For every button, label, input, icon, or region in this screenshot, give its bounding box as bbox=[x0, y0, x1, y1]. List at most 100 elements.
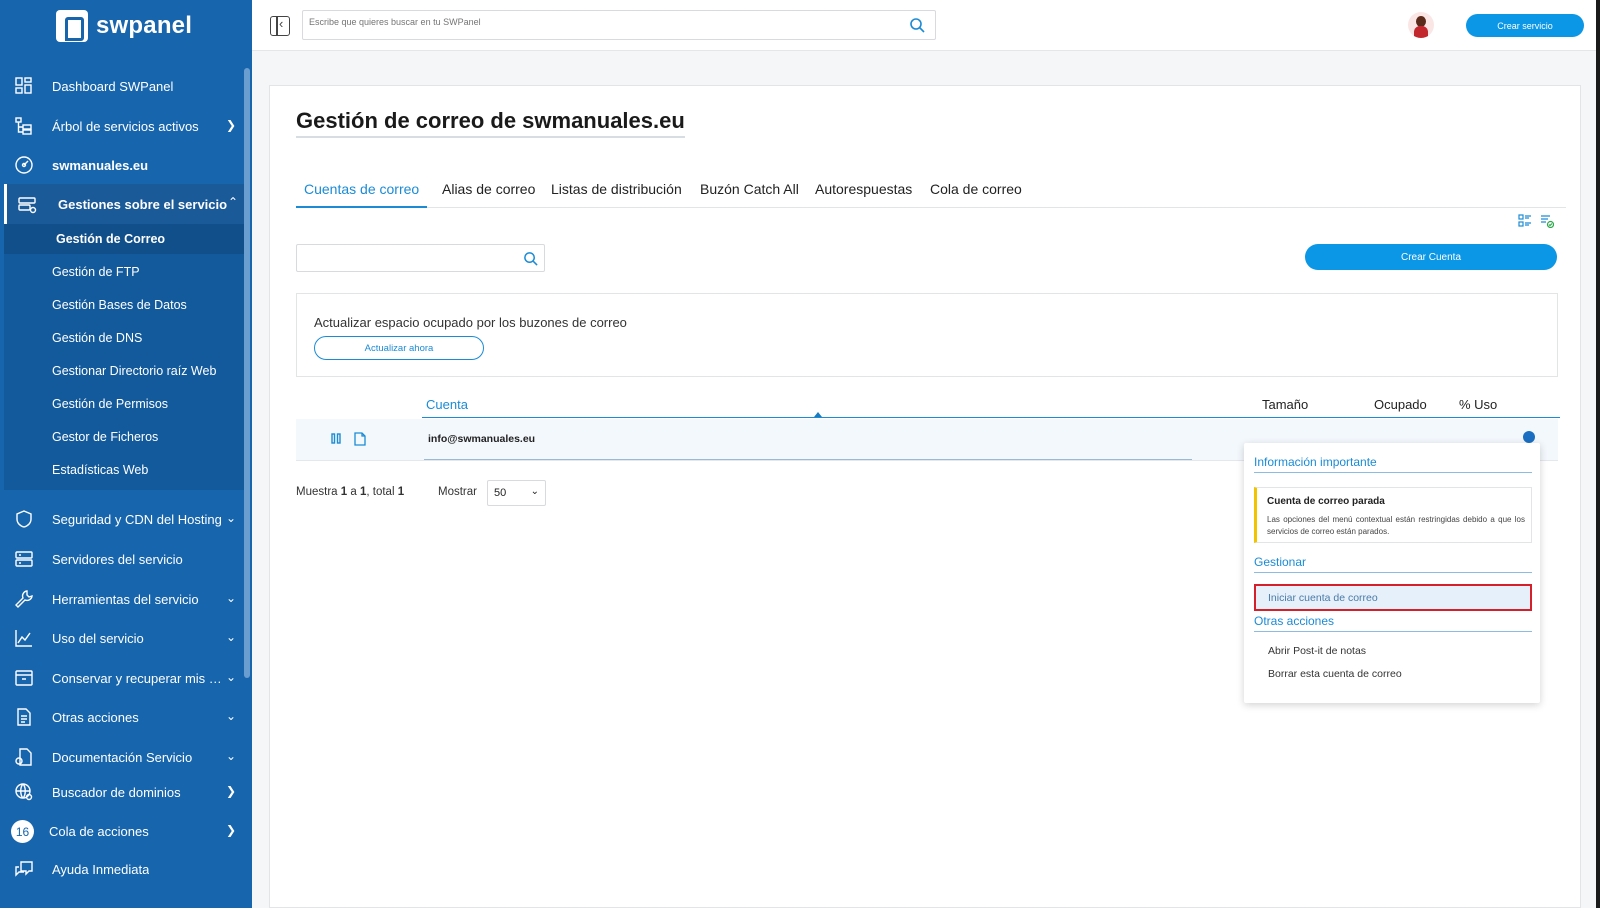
window-edge bbox=[1596, 0, 1600, 908]
sidebar-item-security[interactable]: Seguridad y CDN del Hosting ⌄ bbox=[0, 499, 244, 539]
page-size-value: 50 bbox=[494, 487, 507, 499]
tab-mail-queue[interactable]: Cola de correo bbox=[922, 181, 1030, 208]
sidebar-subitem-databases[interactable]: Gestión Bases de Datos bbox=[4, 290, 244, 320]
chevron-down-icon: ⌄ bbox=[225, 709, 236, 723]
sidebar-item-label: Documentación Servicio bbox=[52, 749, 193, 765]
sidebar: swpanel Dashboard SWPanel Árbol de servi… bbox=[0, 0, 252, 908]
sidebar-subitem-label: Gestión Bases de Datos bbox=[52, 298, 187, 312]
view-toggle bbox=[1518, 214, 1554, 228]
note-icon[interactable] bbox=[354, 432, 366, 446]
page-size-select[interactable]: 50 ⌄ bbox=[487, 480, 546, 506]
top-bar: Crear servicio bbox=[252, 0, 1600, 51]
update-usage-text: Actualizar espacio ocupado por los buzon… bbox=[314, 315, 627, 330]
row-actions bbox=[330, 432, 366, 446]
sidebar-item-domain[interactable]: swmanuales.eu bbox=[0, 145, 244, 185]
sidebar-item-other-actions[interactable]: Otras acciones ⌄ bbox=[0, 697, 244, 737]
sidebar-item-label: Árbol de servicios activos bbox=[52, 118, 199, 134]
sidebar-item-tools[interactable]: Herramientas del servicio ⌄ bbox=[0, 579, 244, 619]
pause-icon[interactable] bbox=[330, 432, 342, 445]
sidebar-subitem-web-stats[interactable]: Estadísticas Web bbox=[4, 455, 244, 485]
sidebar-scrollbar[interactable] bbox=[244, 68, 250, 678]
show-label: Mostrar bbox=[438, 486, 477, 498]
sidebar-item-action-queue[interactable]: 16 Cola de acciones ❯ bbox=[0, 811, 244, 851]
sidebar-subitem-dns[interactable]: Gestión de DNS bbox=[4, 323, 244, 353]
sidebar-item-usage[interactable]: Uso del servicio ⌄ bbox=[0, 618, 244, 658]
collapse-sidebar-icon[interactable] bbox=[270, 16, 290, 36]
tab-mail-accounts[interactable]: Cuentas de correo bbox=[296, 181, 428, 208]
sidebar-item-label: Otras acciones bbox=[52, 709, 139, 725]
sidebar-item-backup[interactable]: Conservar y recuperar mis dat... ⌄ bbox=[0, 658, 244, 698]
row-underline bbox=[424, 459, 1192, 460]
brand-logo[interactable]: swpanel bbox=[56, 10, 192, 42]
avatar[interactable] bbox=[1408, 12, 1434, 38]
search-icon[interactable] bbox=[909, 17, 925, 33]
account-search-input[interactable] bbox=[303, 251, 513, 266]
stopped-account-notice: Cuenta de correo parada Las opciones del… bbox=[1254, 487, 1532, 543]
wrench-icon bbox=[15, 590, 33, 608]
tab-mail-aliases[interactable]: Alias de correo bbox=[434, 181, 543, 208]
pager-a: a bbox=[350, 486, 357, 498]
chevron-right-icon: ❯ bbox=[225, 823, 236, 837]
sidebar-item-service-tree[interactable]: Árbol de servicios activos ❯ bbox=[0, 106, 244, 146]
sidebar-item-servers[interactable]: Servidores del servicio bbox=[0, 539, 244, 579]
sidebar-item-label: Servidores del servicio bbox=[52, 551, 183, 567]
sidebar-item-label: swmanuales.eu bbox=[52, 157, 149, 173]
delete-account-item[interactable]: Borrar esta cuenta de correo bbox=[1268, 668, 1402, 680]
column-header-account[interactable]: Cuenta bbox=[426, 397, 468, 412]
update-now-button[interactable]: Actualizar ahora bbox=[314, 336, 484, 360]
sidebar-item-documentation[interactable]: Documentación Servicio ⌄ bbox=[0, 737, 244, 777]
filter-check-icon[interactable] bbox=[1540, 214, 1554, 228]
pager-total: 1 bbox=[397, 486, 405, 498]
start-mail-account-label: Iniciar cuenta de correo bbox=[1268, 592, 1378, 604]
pagination-summary: Muestra 1 a 1, total 1 bbox=[296, 486, 404, 498]
global-search bbox=[302, 10, 936, 40]
search-icon[interactable] bbox=[523, 251, 538, 266]
tab-autoresponders[interactable]: Autorespuestas bbox=[807, 181, 920, 208]
sidebar-item-label: Uso del servicio bbox=[52, 630, 144, 646]
sidebar-subitem-permissions[interactable]: Gestión de Permisos bbox=[4, 389, 244, 419]
global-search-input[interactable] bbox=[309, 17, 889, 27]
sidebar-item-label: Cola de acciones bbox=[49, 823, 149, 839]
chevron-down-icon: ⌄ bbox=[530, 486, 539, 497]
open-postit-item[interactable]: Abrir Post-it de notas bbox=[1268, 645, 1366, 657]
list-view-icon[interactable] bbox=[1518, 214, 1532, 228]
chevron-right-icon: ❯ bbox=[225, 784, 236, 798]
start-mail-account-item[interactable]: Iniciar cuenta de correo bbox=[1254, 584, 1532, 611]
pager-from: 1 bbox=[340, 486, 348, 498]
tab-distribution-lists[interactable]: Listas de distribución bbox=[543, 181, 690, 208]
create-account-button[interactable]: Crear Cuenta bbox=[1305, 244, 1557, 270]
sidebar-subitem-ftp[interactable]: Gestión de FTP bbox=[4, 257, 244, 287]
column-header-size[interactable]: Tamaño bbox=[1262, 397, 1308, 412]
context-menu-other-header: Otras acciones bbox=[1254, 614, 1532, 632]
create-service-button[interactable]: Crear servicio bbox=[1466, 14, 1584, 37]
sidebar-item-domain-search[interactable]: Buscador de dominios ❯ bbox=[0, 772, 244, 812]
sidebar-item-service-management[interactable]: Gestiones sobre el servicio ⌃ bbox=[4, 184, 244, 226]
chart-icon bbox=[15, 630, 32, 647]
sidebar-item-help[interactable]: Ayuda Inmediata bbox=[0, 849, 244, 889]
chat-icon bbox=[15, 861, 33, 877]
row-menu-indicator-icon[interactable] bbox=[1523, 431, 1535, 443]
sidebar-item-dashboard[interactable]: Dashboard SWPanel bbox=[0, 66, 244, 106]
sidebar-group-service-management: Gestiones sobre el servicio ⌃ Gestión de… bbox=[4, 184, 244, 490]
sidebar-item-label: Seguridad y CDN del Hosting bbox=[52, 511, 222, 527]
server-settings-icon bbox=[18, 197, 37, 214]
account-email[interactable]: info@swmanuales.eu bbox=[428, 433, 535, 445]
tab-catch-all[interactable]: Buzón Catch All bbox=[692, 181, 807, 208]
queue-count-badge: 16 bbox=[11, 820, 34, 843]
sidebar-item-label: Dashboard SWPanel bbox=[52, 78, 174, 94]
tree-icon bbox=[15, 117, 32, 135]
page-title: Gestión de correo de swmanuales.eu bbox=[296, 108, 685, 138]
chevron-down-icon: ⌄ bbox=[225, 591, 236, 605]
column-header-used[interactable]: Ocupado bbox=[1374, 397, 1427, 412]
chevron-down-icon: ⌄ bbox=[225, 630, 236, 644]
sidebar-item-label: Conservar y recuperar mis dat... bbox=[52, 670, 224, 686]
column-header-usage[interactable]: % Uso bbox=[1459, 397, 1497, 412]
pager-prefix: Muestra bbox=[296, 486, 338, 498]
sidebar-subitem-label: Estadísticas Web bbox=[52, 463, 149, 477]
sidebar-subitem-mail[interactable]: Gestión de Correo bbox=[4, 224, 244, 254]
sidebar-subitem-webroot[interactable]: Gestionar Directorio raíz Web bbox=[4, 356, 244, 386]
account-search bbox=[296, 244, 545, 272]
globe-icon bbox=[15, 783, 33, 801]
sidebar-item-label: Buscador de dominios bbox=[52, 784, 181, 800]
sidebar-subitem-file-manager[interactable]: Gestor de Ficheros bbox=[4, 422, 244, 452]
